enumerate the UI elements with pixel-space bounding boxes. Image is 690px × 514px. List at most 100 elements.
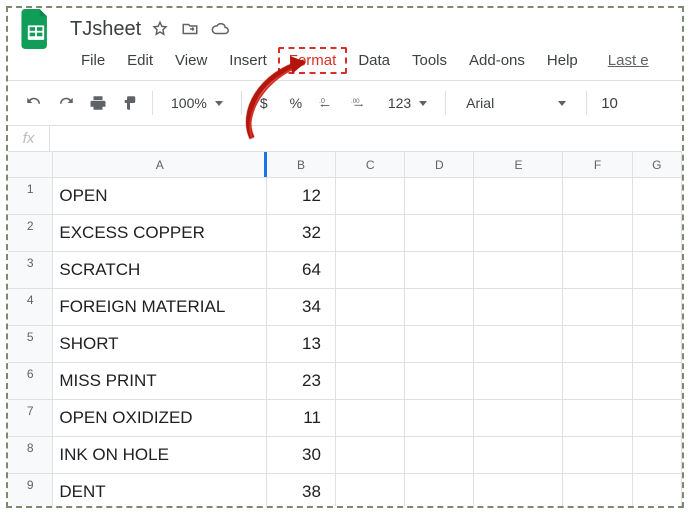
cell[interactable]	[405, 215, 474, 252]
cell[interactable]	[563, 437, 632, 474]
cell[interactable]: 23	[267, 363, 336, 400]
cell[interactable]: FOREIGN MATERIAL	[53, 289, 266, 326]
cell[interactable]: 30	[267, 437, 336, 474]
cell[interactable]: DENT	[53, 474, 266, 508]
menu-help[interactable]: Help	[536, 47, 589, 74]
menu-view[interactable]: View	[164, 47, 218, 74]
cell[interactable]	[563, 178, 632, 215]
row-header[interactable]: 4	[8, 289, 53, 326]
cell[interactable]	[336, 400, 405, 437]
cell[interactable]	[405, 252, 474, 289]
paint-format-button[interactable]	[120, 91, 140, 115]
cell[interactable]: OPEN	[53, 178, 266, 215]
cell[interactable]	[563, 252, 632, 289]
cell[interactable]	[633, 178, 682, 215]
cell[interactable]	[474, 178, 563, 215]
cell[interactable]	[633, 474, 682, 508]
cell[interactable]	[405, 400, 474, 437]
cell[interactable]: OPEN OXIDIZED	[53, 400, 266, 437]
increase-decimal-button[interactable]: .00	[350, 91, 370, 115]
column-header-f[interactable]: F	[563, 152, 632, 178]
cell[interactable]	[336, 215, 405, 252]
cell[interactable]: 38	[267, 474, 336, 508]
menu-last-edit[interactable]: Last e	[597, 47, 660, 74]
cell[interactable]	[474, 474, 563, 508]
cloud-status-icon[interactable]	[211, 20, 229, 38]
cell[interactable]	[405, 289, 474, 326]
cell[interactable]	[405, 363, 474, 400]
cell[interactable]: 64	[267, 252, 336, 289]
cell[interactable]	[563, 363, 632, 400]
column-header-b[interactable]: B	[267, 152, 336, 178]
menu-data[interactable]: Data	[347, 47, 401, 74]
column-header-e[interactable]: E	[474, 152, 563, 178]
cell[interactable]	[633, 400, 682, 437]
cell[interactable]: 13	[267, 326, 336, 363]
row-header[interactable]: 5	[8, 326, 53, 363]
cell[interactable]	[474, 289, 563, 326]
undo-button[interactable]	[24, 91, 44, 115]
cell[interactable]	[336, 437, 405, 474]
row-header[interactable]: 3	[8, 252, 53, 289]
cell[interactable]	[336, 178, 405, 215]
redo-button[interactable]	[56, 91, 76, 115]
cell[interactable]	[633, 326, 682, 363]
cell[interactable]	[633, 437, 682, 474]
cell[interactable]	[563, 289, 632, 326]
column-header-a[interactable]: A	[53, 152, 266, 178]
column-header-c[interactable]: C	[336, 152, 405, 178]
cell[interactable]	[474, 326, 563, 363]
document-title[interactable]: TJsheet	[58, 18, 147, 41]
cell[interactable]: 34	[267, 289, 336, 326]
cell[interactable]	[633, 215, 682, 252]
row-header[interactable]: 9	[8, 474, 53, 508]
cell[interactable]	[474, 400, 563, 437]
cell[interactable]: 11	[267, 400, 336, 437]
format-currency-button[interactable]: $	[254, 91, 274, 115]
menu-format[interactable]: Format	[278, 47, 348, 74]
row-header[interactable]: 1	[8, 178, 53, 215]
cell[interactable]	[563, 400, 632, 437]
cell[interactable]: MISS PRINT	[53, 363, 266, 400]
cell[interactable]: EXCESS COPPER	[53, 215, 266, 252]
cell[interactable]	[336, 289, 405, 326]
menu-file[interactable]: File	[70, 47, 116, 74]
cell[interactable]	[633, 252, 682, 289]
cell[interactable]	[633, 289, 682, 326]
cell[interactable]: 12	[267, 178, 336, 215]
row-header[interactable]: 6	[8, 363, 53, 400]
cell[interactable]	[474, 215, 563, 252]
cell[interactable]	[563, 215, 632, 252]
menu-tools[interactable]: Tools	[401, 47, 458, 74]
cell[interactable]	[474, 363, 563, 400]
star-icon[interactable]	[151, 20, 169, 38]
format-percent-button[interactable]: %	[286, 91, 306, 115]
print-button[interactable]	[88, 91, 108, 115]
row-header[interactable]: 8	[8, 437, 53, 474]
cell[interactable]	[563, 326, 632, 363]
cell[interactable]	[563, 474, 632, 508]
cell[interactable]	[405, 178, 474, 215]
row-header[interactable]: 2	[8, 215, 53, 252]
decrease-decimal-button[interactable]: .0	[318, 91, 338, 115]
font-size-input[interactable]: 10	[591, 95, 628, 112]
cell[interactable]	[474, 252, 563, 289]
move-icon[interactable]	[181, 20, 199, 38]
menu-addons[interactable]: Add-ons	[458, 47, 536, 74]
cell[interactable]: SCRATCH	[53, 252, 266, 289]
cell[interactable]: 32	[267, 215, 336, 252]
column-header-d[interactable]: D	[405, 152, 474, 178]
cell[interactable]	[336, 363, 405, 400]
sheets-logo[interactable]	[14, 7, 58, 51]
cell[interactable]	[405, 437, 474, 474]
menu-insert[interactable]: Insert	[218, 47, 278, 74]
menu-edit[interactable]: Edit	[116, 47, 164, 74]
zoom-select[interactable]: 100%	[165, 95, 229, 111]
cell[interactable]	[336, 252, 405, 289]
cell[interactable]	[405, 326, 474, 363]
font-family-select[interactable]: Arial	[458, 95, 574, 111]
cell[interactable]: INK ON HOLE	[53, 437, 266, 474]
cell[interactable]	[474, 437, 563, 474]
cell[interactable]	[405, 474, 474, 508]
cell[interactable]	[633, 363, 682, 400]
